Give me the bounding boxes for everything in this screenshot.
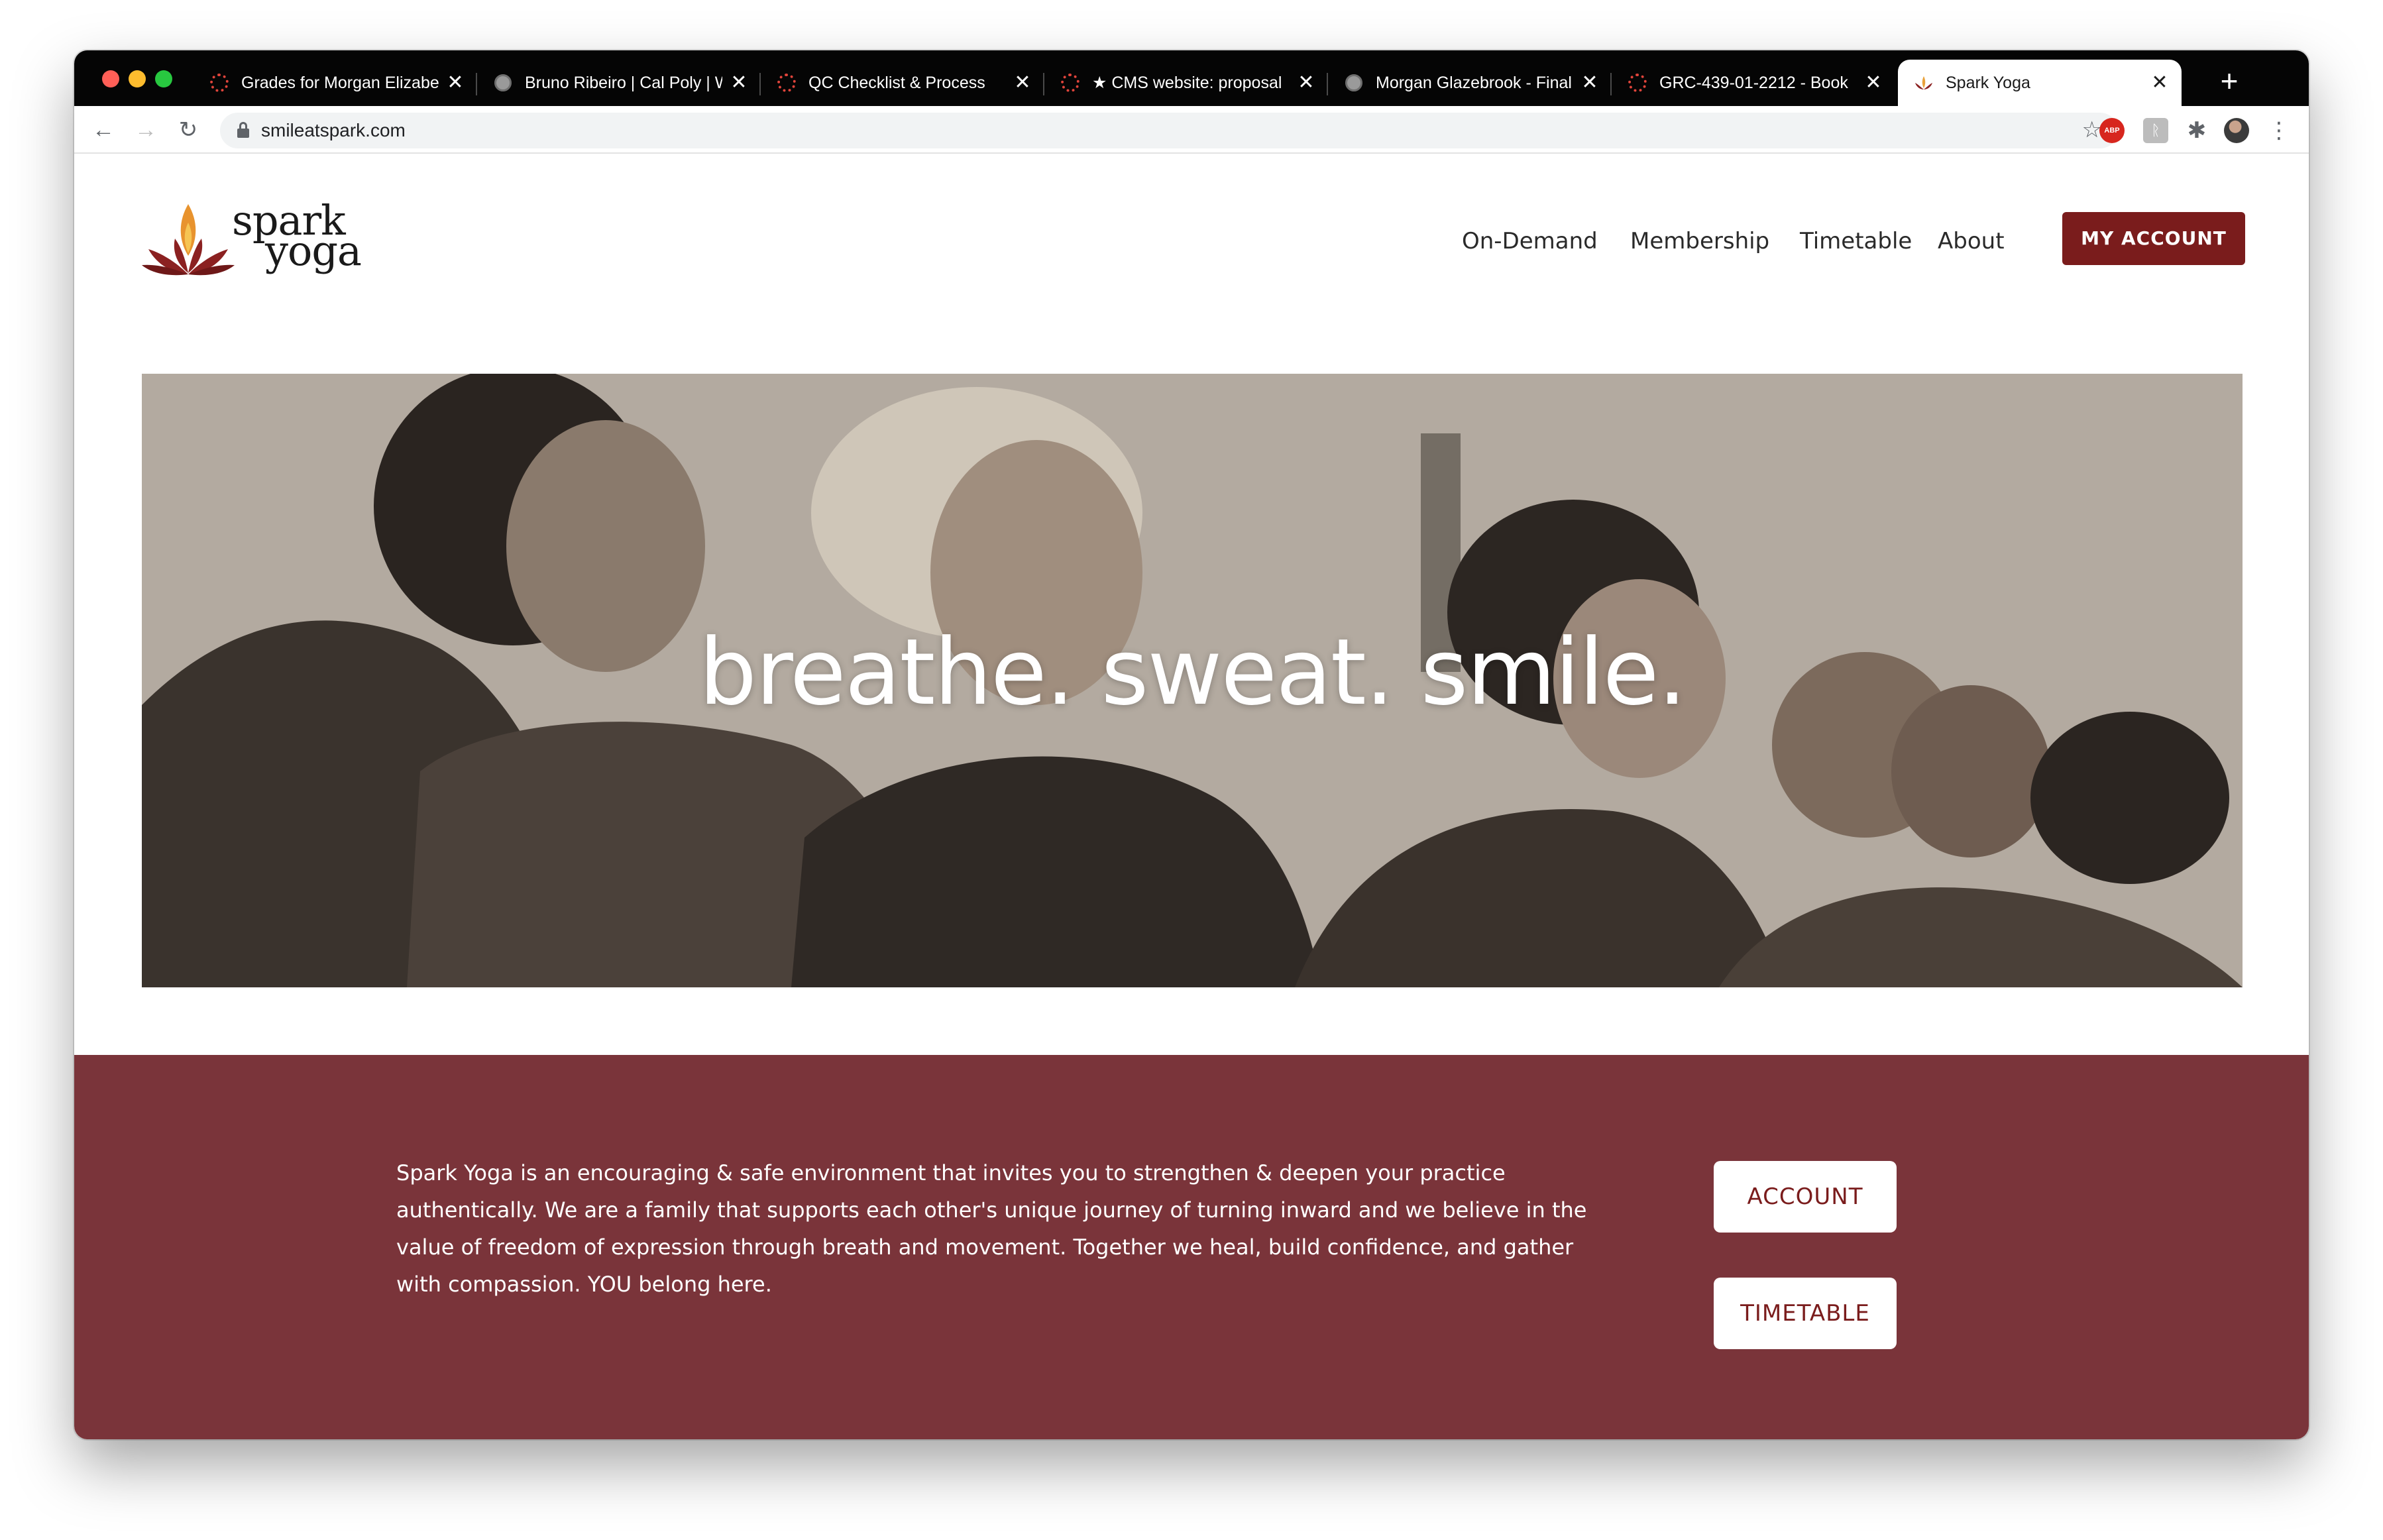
close-window-button[interactable] [102, 70, 119, 87]
tab-title: Spark Yoga [1946, 73, 2030, 92]
intro-section: Spark Yoga is an encouraging & safe envi… [74, 1055, 2309, 1439]
tab-close-icon[interactable]: ✕ [1296, 73, 1316, 93]
nav-timetable[interactable]: Timetable [1800, 228, 1912, 254]
tab-close-icon[interactable]: ✕ [729, 73, 749, 93]
timetable-button[interactable]: TIMETABLE [1714, 1278, 1897, 1349]
browser-tab[interactable]: GRC-439-01-2212 - Book ✕ [1612, 60, 1895, 106]
extensions-puzzle-icon[interactable]: ✱ [2184, 118, 2209, 143]
tab-title: Grades for Morgan Elizabe [241, 73, 439, 92]
nav-membership[interactable]: Membership [1630, 228, 1769, 254]
spark-lotus-icon [1914, 73, 1934, 93]
account-button[interactable]: ACCOUNT [1714, 1161, 1897, 1233]
browser-tab[interactable]: Morgan Glazebrook - Final ✕ [1328, 60, 1612, 106]
tab-close-icon[interactable]: ✕ [2150, 73, 2170, 93]
intro-paragraph: Spark Yoga is an encouraging & safe envi… [396, 1160, 1587, 1297]
hero-tagline: breathe. sweat. smile. [698, 619, 1687, 726]
address-bar[interactable]: smileatspark.com ☆ [220, 113, 2118, 148]
tab-strip: Grades for Morgan Elizabe ✕ Bruno Ribeir… [74, 50, 2309, 106]
browser-tab[interactable]: ★ CMS website: proposal ✕ [1044, 60, 1328, 106]
profile-avatar[interactable] [2224, 118, 2249, 143]
tab-title: Bruno Ribeiro | Cal Poly | W [525, 73, 722, 92]
hero-image: breathe. sweat. smile. [142, 374, 2243, 987]
browser-tab[interactable]: Bruno Ribeiro | Cal Poly | W ✕ [477, 60, 761, 106]
nav-on-demand[interactable]: On-Demand [1462, 228, 1598, 254]
canvas-icon [209, 73, 229, 93]
my-account-button[interactable]: MY ACCOUNT [2062, 212, 2245, 265]
nav-about[interactable]: About [1938, 228, 2005, 254]
globe-icon [1344, 73, 1364, 93]
tab-title: Morgan Glazebrook - Final [1376, 73, 1572, 92]
browser-menu-icon[interactable]: ⋮ [2268, 118, 2290, 143]
minimize-window-button[interactable] [129, 70, 146, 87]
browser-tab-active[interactable]: Spark Yoga ✕ [1898, 60, 2182, 106]
logo-text-yoga: yoga [265, 227, 362, 275]
tab-close-icon[interactable]: ✕ [1013, 73, 1032, 93]
web-page: spark yoga On-Demand Membership Timetabl… [74, 154, 2309, 1439]
canvas-icon [1060, 73, 1080, 93]
tab-title: GRC-439-01-2212 - Book [1659, 73, 1848, 92]
back-arrow-icon[interactable]: ← [89, 115, 118, 144]
forward-arrow-icon[interactable]: → [131, 115, 160, 144]
tab-close-icon[interactable]: ✕ [1863, 73, 1883, 93]
browser-window: Grades for Morgan Elizabe ✕ Bruno Ribeir… [74, 50, 2309, 1439]
browser-tab[interactable]: QC Checklist & Process ✕ [761, 60, 1044, 106]
canvas-icon [1628, 73, 1647, 93]
url-text: smileatspark.com [261, 120, 406, 140]
globe-icon [493, 73, 513, 93]
extension-icon[interactable]: ᚱ [2143, 118, 2168, 143]
canvas-icon [777, 73, 797, 93]
tab-title: ★ CMS website: proposal [1092, 74, 1282, 92]
spark-yoga-logo[interactable]: spark yoga [142, 200, 380, 280]
tab-close-icon[interactable]: ✕ [1580, 73, 1600, 93]
adblock-extension-icon[interactable]: ABP [2099, 118, 2125, 143]
tab-close-icon[interactable]: ✕ [445, 73, 465, 93]
lotus-flame-icon [142, 204, 235, 276]
new-tab-button[interactable]: + [2211, 64, 2248, 101]
reload-icon[interactable]: ↻ [174, 115, 203, 144]
browser-toolbar: ← → ↻ smileatspark.com ☆ ABP ᚱ ✱ ⋮ [74, 106, 2309, 154]
lock-icon [237, 122, 249, 138]
zoom-window-button[interactable] [155, 70, 172, 87]
browser-tab[interactable]: Grades for Morgan Elizabe ✕ [194, 60, 477, 106]
tab-title: QC Checklist & Process [808, 73, 985, 92]
